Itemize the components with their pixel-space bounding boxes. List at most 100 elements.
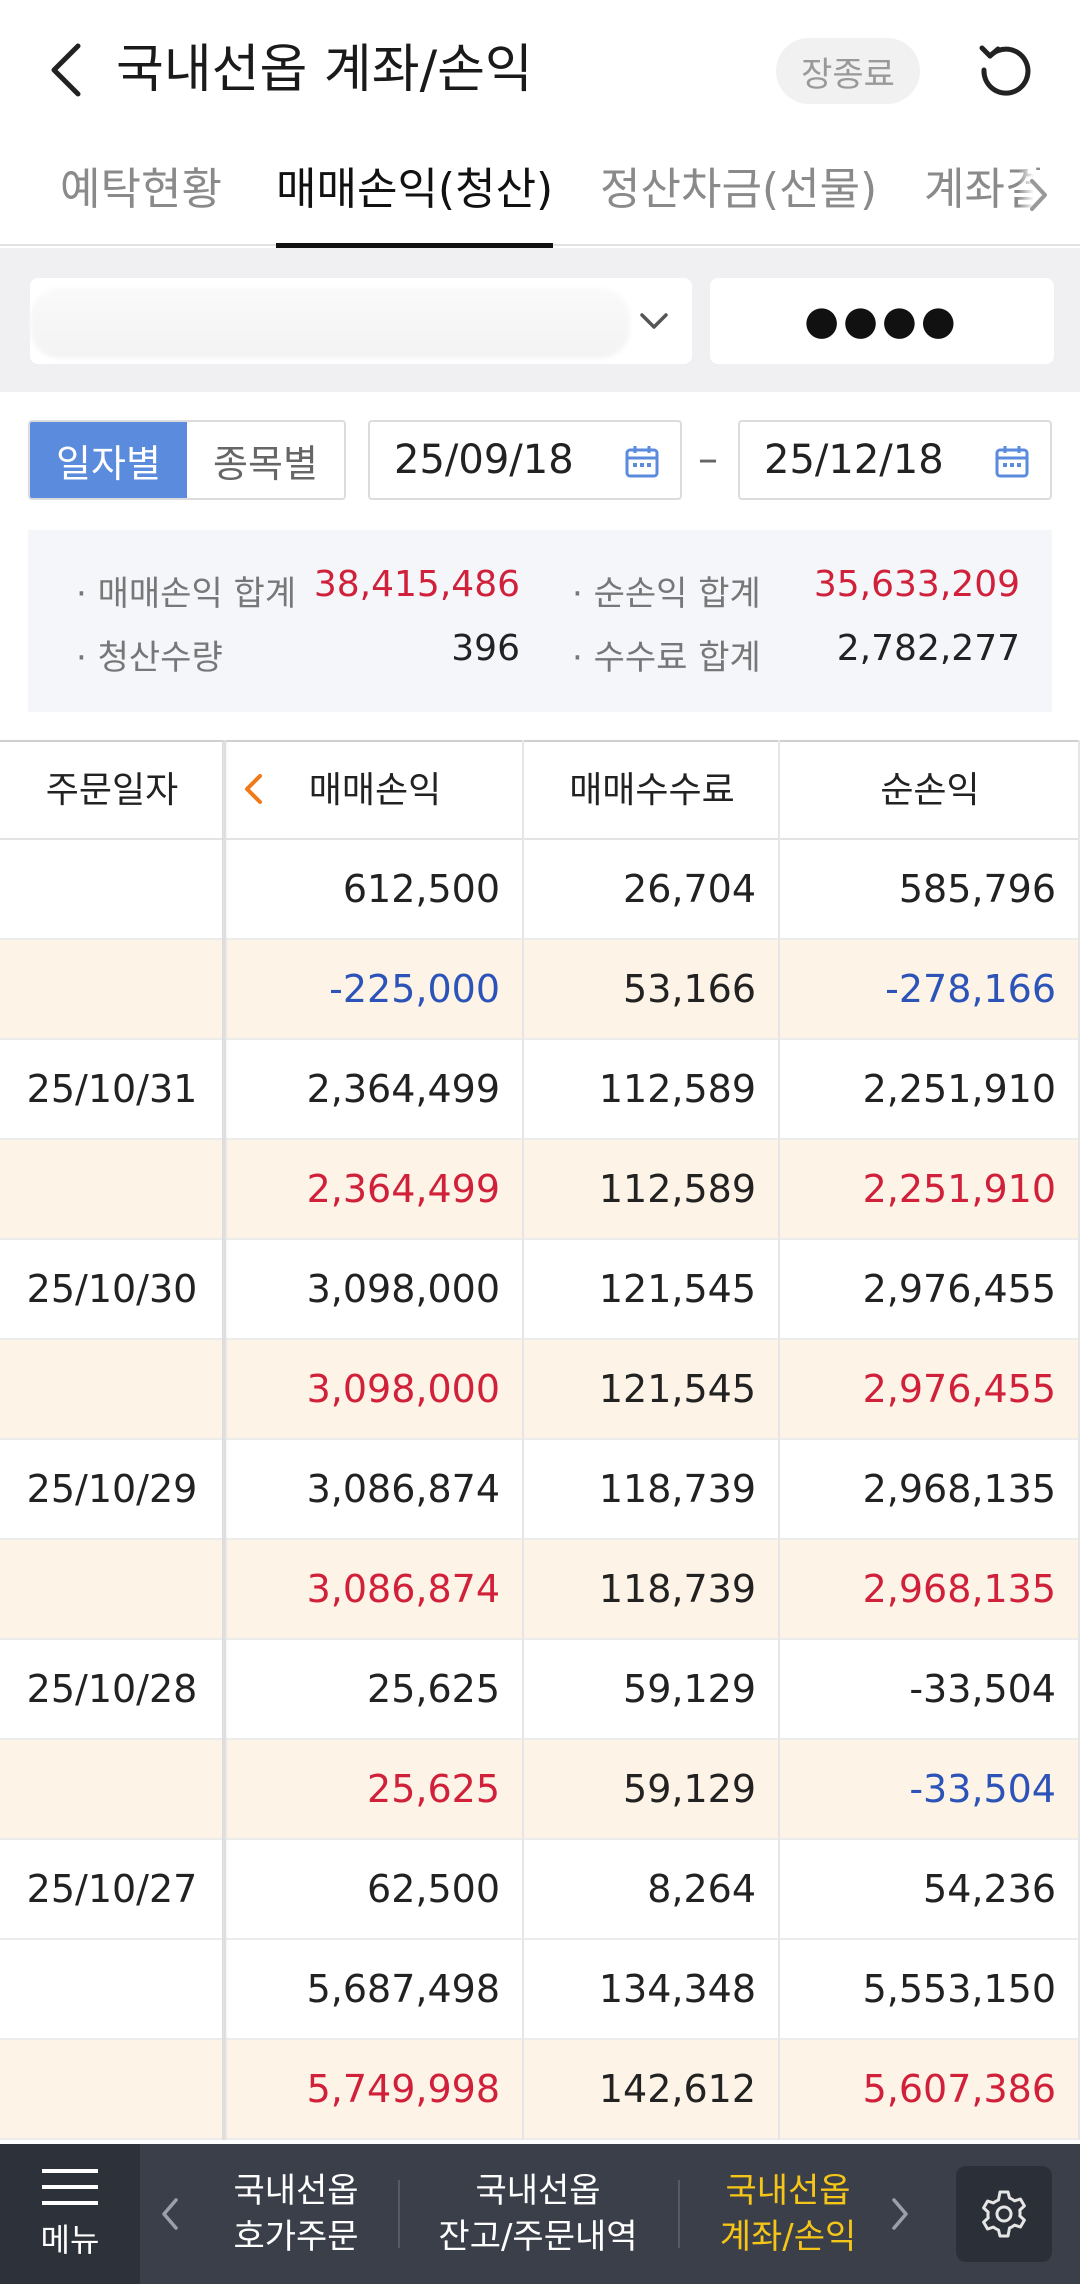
menu-button[interactable]: 메뉴 [0,2144,140,2284]
row-trade-pl: 2,364,499 [306,1067,500,1111]
row-net-pl: 5,607,386 [862,2067,1056,2111]
bottom-nav: 메뉴 국내선옵 호가주문 국내선옵 잔고/주문내역 국내선옵 계좌/손익 [0,2144,1080,2284]
by-item-button[interactable]: 종목별 [187,422,344,498]
nav-next-button[interactable] [880,2184,920,2244]
nav-account-pl[interactable]: 국내선옵 계좌/손익 [690,2144,886,2284]
tab-deposit-status[interactable]: 예탁현황 [60,140,222,246]
nav-order-book-line2: 호가주문 [233,2217,359,2257]
view-mode-toggle: 일자별 종목별 [28,420,346,500]
row-net-pl: 2,976,455 [862,1267,1056,1311]
table-subtotal-row[interactable]: 3,086,874 118,739 2,968,135 [0,1540,1080,1640]
row-trade-pl: 5,749,998 [306,2067,500,2111]
row-order-date [0,1540,224,1638]
row-net-pl: 54,236 [923,1867,1056,1911]
row-order-date: 25/10/31 [26,1067,198,1111]
nav-balance-orders-line2: 잔고/주문내역 [438,2217,638,2257]
password-field[interactable]: ●●●● [710,278,1054,364]
end-date-field[interactable]: 25/12/18 [738,420,1052,500]
table-subtotal-row[interactable]: 25,625 59,129 -33,504 [0,1740,1080,1840]
account-number-redacted [30,288,630,358]
col-divider [778,740,780,2140]
tab-trade-pl[interactable]: 매매손익(청산) [276,140,554,248]
row-net-pl: 2,968,135 [862,1567,1056,1611]
chevron-left-icon [51,43,81,97]
table-subtotal-row[interactable]: 5,749,998 142,612 5,607,386 [0,2040,1080,2140]
table-row[interactable]: 25/10/30 3,098,000 121,545 2,976,455 [0,1240,1080,1340]
row-order-date [0,840,224,938]
nav-balance-orders[interactable]: 국내선옵 잔고/주문내역 [400,2144,676,2284]
market-closed-badge[interactable]: 장종료 [776,38,920,104]
settings-button[interactable] [956,2166,1052,2262]
row-trade-fee: 59,129 [623,1767,756,1811]
calendar-icon [625,446,659,478]
row-trade-pl: 25,625 [367,1667,500,1711]
by-date-button[interactable]: 일자별 [30,422,187,498]
table-row[interactable]: 5,687,498 134,348 5,553,150 [0,1940,1080,2040]
nav-divider [678,2180,680,2248]
row-net-pl: 2,968,135 [862,1467,1056,1511]
row-trade-fee: 112,589 [598,1067,756,1111]
table-row[interactable]: 25/10/31 2,364,499 112,589 2,251,910 [0,1040,1080,1140]
row-trade-pl: 2,364,499 [306,1167,500,1211]
row-trade-fee: 112,589 [598,1167,756,1211]
row-order-date: 25/10/27 [26,1867,198,1911]
row-order-date [0,940,224,1038]
back-button[interactable] [36,30,96,110]
col-divider [522,740,524,2140]
row-trade-pl: 25,625 [367,1767,500,1811]
row-order-date [0,2040,224,2138]
chevron-right-icon [1030,179,1047,211]
gear-icon [982,2190,1026,2238]
col-order-date: 주문일자 [45,770,179,811]
row-net-pl: 2,251,910 [862,1167,1056,1211]
row-order-date [0,1740,224,1838]
nav-order-book[interactable]: 국내선옵 호가주문 [196,2144,396,2284]
row-order-date: 25/10/29 [26,1467,198,1511]
row-net-pl: -278,166 [885,967,1056,1011]
row-trade-pl: 3,086,874 [306,1567,500,1611]
row-net-pl: 2,976,455 [862,1367,1056,1411]
net-pl-total-value: 35,633,209 [813,564,1020,605]
row-trade-fee: 121,545 [598,1367,756,1411]
row-trade-fee: 118,739 [598,1567,756,1611]
table-header: 주문일자 매매손익 매매수수료 순손익 [0,740,1080,840]
row-trade-fee: 8,264 [647,1867,756,1911]
row-trade-pl: 3,098,000 [306,1267,500,1311]
fee-total-value: 2,782,277 [836,628,1020,669]
col-net-pl: 순손익 [880,770,980,811]
account-select[interactable] [30,278,692,364]
table-row[interactable]: 612,500 26,704 585,796 [0,840,1080,940]
row-trade-pl: 3,098,000 [306,1367,500,1411]
refresh-button[interactable] [970,34,1042,106]
table-subtotal-row[interactable]: -225,000 53,166 -278,166 [0,940,1080,1040]
start-date-field[interactable]: 25/09/18 [368,420,682,500]
menu-label: 메뉴 [40,2221,100,2259]
net-pl-total-label: · 순손익 합계 [572,574,761,614]
row-trade-fee: 142,612 [598,2067,756,2111]
col-trade-fee: 매매수수료 [569,770,735,811]
nav-account-pl-line2: 계좌/손익 [719,2217,857,2257]
tab-bar: 예탁현황 매매손익(청산) 정산차금(선물) 계좌결 [0,140,1080,248]
table-row[interactable]: 25/10/29 3,086,874 118,739 2,968,135 [0,1440,1080,1540]
table-row[interactable]: 25/10/28 25,625 59,129 -33,504 [0,1640,1080,1740]
date-separator: – [698,436,718,482]
table-subtotal-row[interactable]: 3,098,000 121,545 2,976,455 [0,1340,1080,1440]
tabs-more-button[interactable] [1018,170,1058,220]
end-date-value: 25/12/18 [764,437,944,483]
row-order-date: 25/10/28 [26,1667,198,1711]
row-trade-fee: 118,739 [598,1467,756,1511]
row-trade-fee: 59,129 [623,1667,756,1711]
row-order-date [0,1340,224,1438]
row-trade-pl: -225,000 [329,967,500,1011]
header: 국내선옵 계좌/손익 장종료 [0,0,1080,140]
nav-prev-button[interactable] [150,2184,190,2244]
tab-settlement[interactable]: 정산차금(선물) [600,140,877,246]
table-subtotal-row[interactable]: 2,364,499 112,589 2,251,910 [0,1140,1080,1240]
refresh-icon [979,45,1031,96]
col-trade-pl: 매매손익 [308,770,442,811]
chevron-right-icon [892,2198,908,2230]
row-net-pl: 2,251,910 [862,1067,1056,1111]
table-row[interactable]: 25/10/27 62,500 8,264 54,236 [0,1840,1080,1940]
nav-balance-orders-line1: 국내선옵 [475,2171,601,2211]
row-net-pl: 585,796 [898,867,1056,911]
